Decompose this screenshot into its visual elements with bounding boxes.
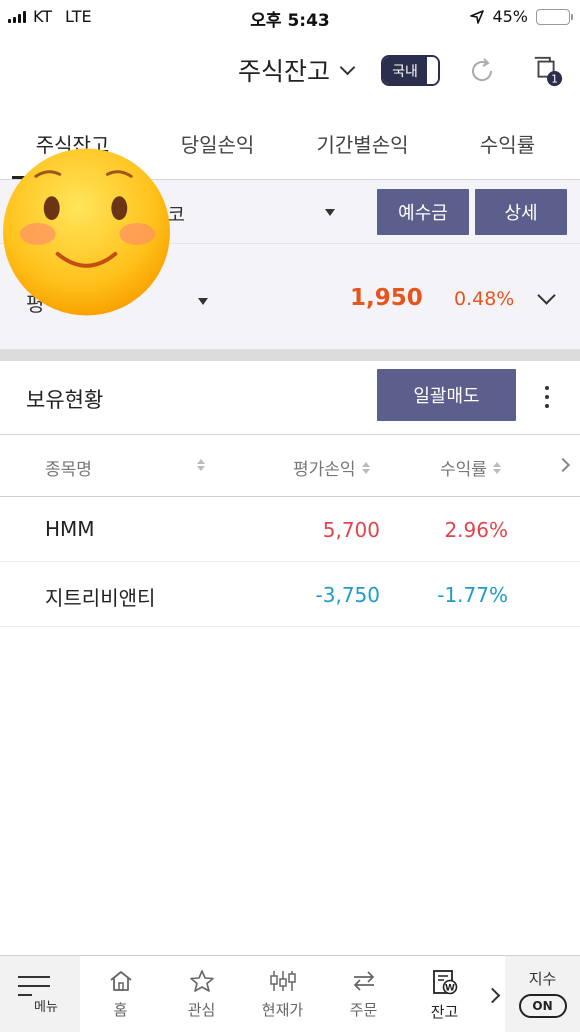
window-stack-icon: 1: [534, 56, 563, 87]
market-toggle[interactable]: 국내: [381, 55, 440, 86]
column-return-rate[interactable]: 수익률: [440, 455, 501, 480]
sort-icon: [492, 461, 501, 474]
chevron-right-icon[interactable]: [555, 457, 571, 473]
nav-balance[interactable]: W 잔고: [404, 956, 485, 1032]
battery-icon: [536, 8, 573, 25]
status-right: 45%: [470, 7, 573, 26]
screen-title-dropdown[interactable]: 주식잔고: [238, 52, 356, 88]
stock-name: 지트리비앤티: [45, 586, 156, 610]
caret-down-icon[interactable]: [325, 209, 335, 216]
tab-daily-pl[interactable]: 당일손익: [145, 108, 290, 179]
nav-label: 현재가: [261, 1001, 304, 1019]
index-label: 지수: [528, 970, 557, 988]
nav-label: 홈: [113, 1001, 128, 1019]
profit-amount: 1,950: [350, 285, 423, 311]
balance-doc-icon: W: [432, 970, 457, 995]
swap-arrows-icon: [353, 971, 374, 991]
location-arrow-icon: [470, 9, 485, 24]
tab-stock-balance[interactable]: 주식잔고: [0, 108, 145, 179]
battery-percent: 45%: [492, 7, 528, 26]
candlestick-icon: [269, 971, 296, 991]
profit-loss-value: -3,750: [315, 583, 380, 607]
column-label: 종목명: [45, 460, 92, 480]
column-label: 수익률: [440, 460, 487, 480]
more-menu-icon[interactable]: [544, 386, 550, 408]
nav-more-chevron-icon[interactable]: [485, 956, 505, 1032]
holdings-title: 보유현황: [26, 388, 104, 412]
column-label: 평가손익: [293, 460, 356, 480]
sell-all-button[interactable]: 일괄매도: [377, 369, 516, 421]
refresh-button[interactable]: [465, 54, 499, 88]
nav-label: 잔고: [430, 1003, 459, 1021]
table-row[interactable]: 지트리비앤티 -3,750 -1.77%: [0, 562, 580, 627]
sort-icon: [361, 461, 370, 474]
tab-bar: 주식잔고 당일손익 기간별손익 수익률: [0, 108, 580, 180]
expand-chevron-icon[interactable]: [537, 286, 556, 305]
profit-loss-value: 5,700: [322, 518, 380, 542]
toggle-knob: [427, 57, 438, 84]
status-bar: KT LTE 오후 5:43 45%: [0, 0, 580, 34]
menu-label: 메뉴: [34, 1000, 58, 1015]
window-stack-button[interactable]: 1: [530, 54, 564, 88]
account-panel: 투코 예수금 상세 평 1,950 0.48%: [0, 180, 580, 349]
return-rate-value: 2.96%: [444, 518, 508, 542]
sort-icon[interactable]: [197, 459, 205, 471]
nav-label: 주문: [349, 1001, 378, 1019]
caret-down-icon[interactable]: [198, 298, 208, 305]
star-icon: [189, 970, 214, 992]
app-header: 주식잔고 국내 1: [0, 34, 580, 108]
index-toggle[interactable]: 지수 ON: [505, 956, 580, 1032]
return-rate-value: -1.77%: [437, 583, 508, 607]
hamburger-icon: [18, 976, 50, 996]
deposit-button[interactable]: 예수금: [377, 189, 469, 235]
home-icon: [109, 971, 132, 991]
bottom-navigation: 메뉴 홈 관심 현재가 주문 W 잔고 지수 ON: [0, 955, 580, 1032]
table-row[interactable]: HMM 5,700 2.96%: [0, 497, 580, 562]
summary-type-label[interactable]: 평: [26, 288, 44, 317]
chevron-down-icon: [339, 59, 356, 75]
holdings-table-header: 종목명 평가손익 수익률: [0, 435, 580, 497]
nav-order[interactable]: 주문: [323, 956, 404, 1032]
profit-percent: 0.48%: [454, 288, 515, 310]
nav-label: 관심: [187, 1001, 216, 1019]
stock-name: HMM: [45, 517, 95, 541]
tab-return-rate[interactable]: 수익률: [435, 108, 580, 179]
nav-current-price[interactable]: 현재가: [242, 956, 323, 1032]
menu-button[interactable]: 메뉴: [0, 956, 80, 1032]
nav-watchlist[interactable]: 관심: [161, 956, 242, 1032]
column-profit-loss[interactable]: 평가손익: [293, 455, 370, 480]
holdings-header: 보유현황 일괄매도: [0, 361, 580, 435]
screen-title: 주식잔고: [238, 57, 331, 86]
account-select[interactable]: 투코: [150, 200, 185, 227]
index-on-badge: ON: [518, 994, 567, 1018]
refresh-icon: [472, 58, 493, 82]
market-toggle-label: 국내: [383, 57, 427, 84]
svg-text:W: W: [445, 984, 455, 994]
detail-button[interactable]: 상세: [475, 189, 567, 235]
nav-home[interactable]: 홈: [80, 956, 161, 1032]
account-row: 투코 예수금 상세: [0, 180, 580, 244]
account-summary-row: 평 1,950 0.48%: [0, 244, 580, 349]
section-divider: [0, 349, 580, 361]
column-stock-name[interactable]: 종목명: [45, 455, 92, 480]
svg-text:1: 1: [551, 73, 558, 85]
tab-period-pl[interactable]: 기간별손익: [290, 108, 435, 179]
